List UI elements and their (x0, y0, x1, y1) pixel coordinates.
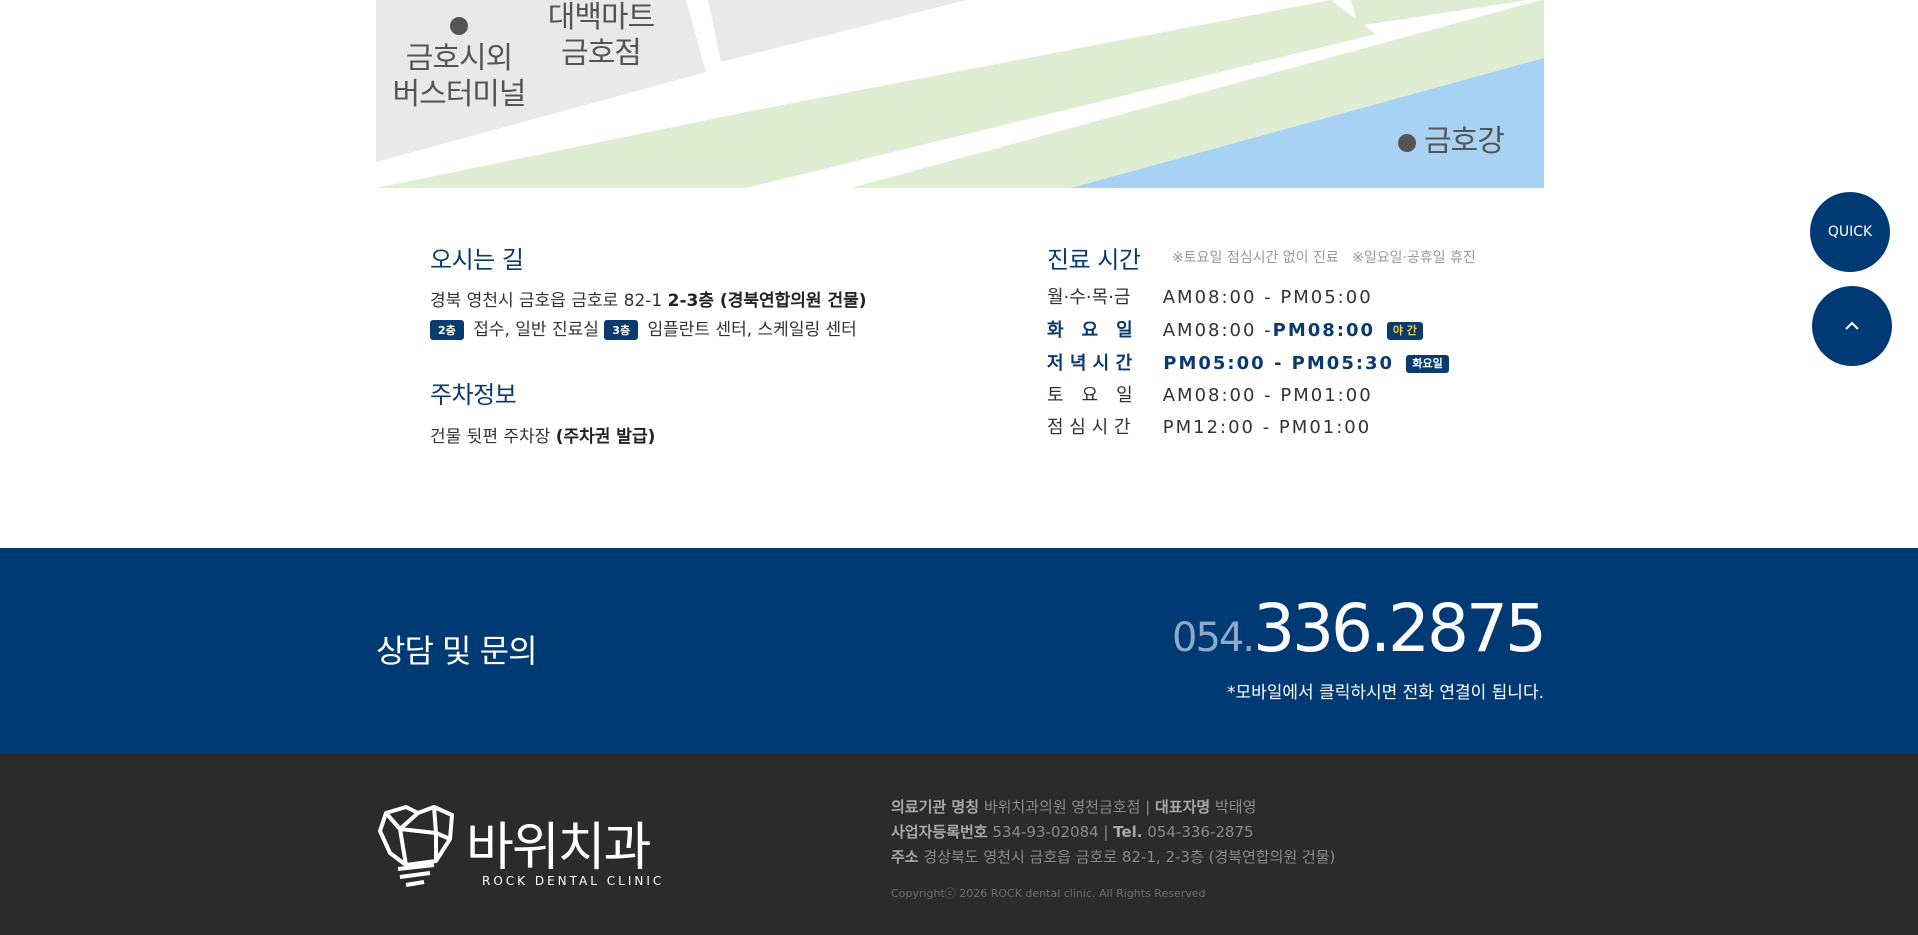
footer-line-3: 주소 경상북도 영천시 금호읍 금호로 82-1, 2-3층 (경북연합의원 건… (891, 846, 1335, 867)
label-biz-number: 사업자등록번호 (891, 823, 988, 841)
floor2-text: 접수, 일반 진료실 (473, 320, 599, 340)
parking-bold: (주차권 발급) (555, 427, 656, 447)
value-tel: 054-336-2875 (1147, 823, 1254, 841)
floor-info-line: 2층 접수, 일반 진료실 3층 임플란트 센터, 스케일링 센터 (430, 315, 857, 340)
hours-day: 화 요 일 (1047, 320, 1133, 341)
floor3-badge: 3층 (604, 320, 639, 340)
location-map[interactable]: 금호시외 버스터미널 대백마트 금호점 금호강 (376, 0, 1544, 188)
phone-main: 336.2875 (1253, 590, 1547, 667)
parking-title: 주차정보 (430, 381, 517, 409)
hours-row-evening: 저 녁 시 간 PM05:00 - PM05:30 화요일 (1047, 351, 1449, 377)
hours-time: AM08:00 - PM05:00 (1162, 287, 1373, 308)
label-address: 주소 (891, 848, 919, 866)
night-tag: 야 간 (1386, 322, 1423, 340)
contact-title: 상담 및 문의 (376, 632, 538, 670)
address-line: 경북 영천시 금호읍 금호로 82-1 2-3층 (경북연합의원 건물) (430, 286, 867, 311)
quick-label: QUICK (1827, 224, 1873, 240)
label-org-name: 의료기관 명칭 (891, 798, 980, 816)
hours-day: 토 요 일 (1047, 385, 1133, 406)
label-representative: 대표자명 (1154, 798, 1211, 816)
hours-time-end: PM08:00 (1272, 320, 1376, 341)
bus-terminal-marker (450, 17, 468, 35)
phone-prefix: 054. (1172, 615, 1255, 661)
value-org-name: 바위치과의원 영천금호점 (983, 798, 1141, 816)
mart-label: 대백마트 금호점 (547, 0, 655, 71)
hours-time: AM08:00 - PM01:00 (1162, 385, 1373, 406)
quick-menu-button[interactable]: QUICK (1810, 192, 1890, 272)
hours-row-tuesday: 화 요 일 AM08:00 - PM08:00 야 간 (1047, 318, 1423, 344)
hours-row-weekday: 월·수·목·금 AM08:00 - PM05:00 (1047, 285, 1373, 311)
directions-title: 오시는 길 (430, 246, 524, 274)
chevron-up-icon (1845, 321, 1859, 330)
contact-band: 상담 및 문의 054.336.2875 *모바일에서 클릭하시면 전화 연결이… (0, 548, 1918, 753)
address-plain: 경북 영천시 금호읍 금호로 82-1 (430, 291, 663, 311)
parking-plain: 건물 뒷편 주차장 (430, 427, 551, 447)
hours-row-lunch: 점 심 시 간 PM12:00 - PM01:00 (1047, 415, 1371, 441)
bus-terminal-label: 금호시외 버스터미널 (392, 41, 527, 112)
copyright: Copyrightⓒ 2026 ROCK dental clinic. All … (891, 887, 1206, 900)
rock-logo-icon (378, 805, 454, 887)
floor2-badge: 2층 (430, 320, 464, 340)
contact-note: *모바일에서 클릭하시면 전화 연결이 됩니다. (1226, 683, 1544, 703)
value-address: 경상북도 영천시 금호읍 금호로 82-1, 2-3층 (경북연합의원 건물) (923, 848, 1336, 866)
hours-row-saturday: 토 요 일 AM08:00 - PM01:00 (1047, 383, 1373, 409)
footer: 바위치과 ROCK DENTAL CLINIC 의료기관 명칭 바위치과의원 영… (0, 753, 1918, 935)
hours-note: ※토요일 점심시간 없이 진료 ※일요일·공휴일 휴진 (1172, 250, 1476, 266)
value-biz-number: 534-93-02084 (992, 823, 1099, 841)
hours-time: PM12:00 - PM01:00 (1162, 417, 1372, 438)
logo-name: 바위치과 (466, 818, 651, 878)
hours-day: 월·수·목·금 (1047, 287, 1131, 308)
hours-time: PM05:00 - PM05:30 (1163, 353, 1395, 374)
river-marker (1398, 134, 1416, 152)
hours-time-start: AM08:00 - (1162, 320, 1273, 341)
hours-day: 저 녁 시 간 (1047, 353, 1133, 374)
value-representative: 박태영 (1214, 798, 1257, 816)
footer-line-1: 의료기관 명칭 바위치과의원 영천금호점 | 대표자명 박태영 (891, 798, 1257, 816)
tuesday-tag: 화요일 (1406, 355, 1449, 373)
logo-subtitle: ROCK DENTAL CLINIC (482, 874, 665, 888)
phone-number-link[interactable]: 054.336.2875 (1172, 590, 1547, 667)
scroll-top-button[interactable] (1812, 286, 1892, 366)
address-bold: 2-3층 (경북연합의원 건물) (667, 291, 867, 311)
label-tel: Tel. (1113, 823, 1143, 841)
hours-title: 진료 시간 (1047, 246, 1141, 274)
river-label: 금호강 (1424, 124, 1505, 159)
floor3-text: 임플란트 센터, 스케일링 센터 (647, 320, 857, 340)
footer-line-2: 사업자등록번호 534-93-02084 | Tel. 054-336-2875 (891, 823, 1254, 841)
parking-line: 건물 뒷편 주차장 (주차권 발급) (430, 422, 655, 447)
hours-day: 점 심 시 간 (1047, 417, 1131, 438)
